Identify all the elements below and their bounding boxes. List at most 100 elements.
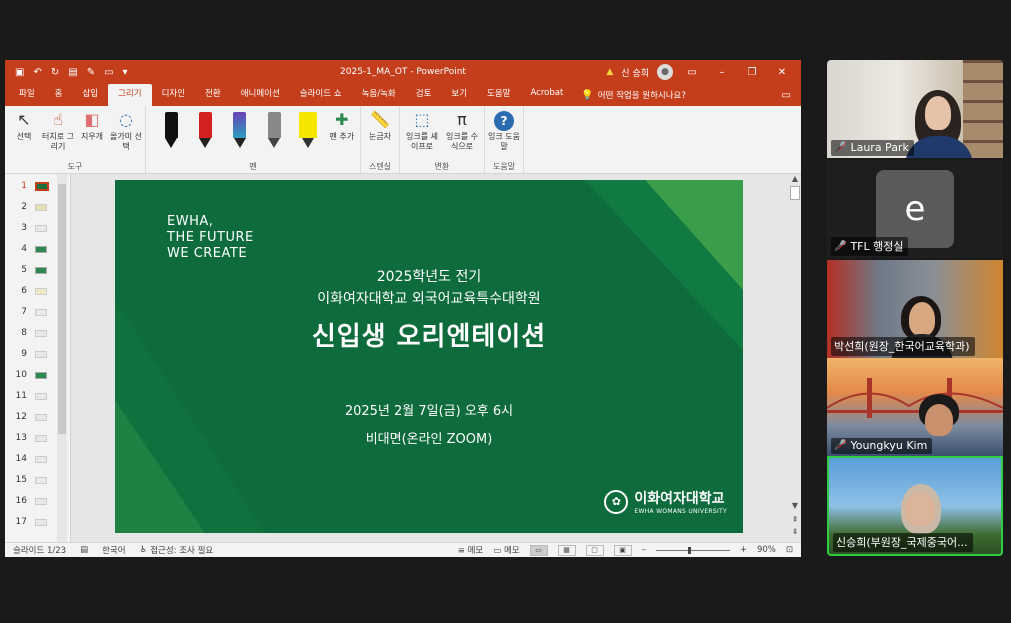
- thumbnail-slide-9[interactable]: 9: [11, 344, 61, 364]
- group-label-pens: 펜: [249, 162, 257, 171]
- thumbnail-slide-11[interactable]: 11: [11, 386, 61, 406]
- thumbnail-slide-13[interactable]: 13: [11, 428, 61, 448]
- user-name[interactable]: 신 승희: [621, 66, 649, 79]
- tab-help[interactable]: 도움말: [477, 84, 520, 106]
- participant-tile-2[interactable]: e 🎤̸ TFL 행정실: [827, 160, 1003, 258]
- ink-to-shape-icon: ⬚: [414, 110, 430, 129]
- zoom-in-icon[interactable]: +: [740, 545, 747, 555]
- bridge-background: [827, 378, 1003, 418]
- tab-draw[interactable]: 그리기: [108, 84, 152, 106]
- thumbnail-slide-7[interactable]: 7: [11, 302, 61, 322]
- language-indicator[interactable]: 한국어: [102, 544, 125, 556]
- ink-to-shape-button[interactable]: ⬚ 잉크를 셰이프로: [403, 108, 441, 161]
- minimize-icon[interactable]: –: [711, 67, 733, 78]
- eraser-button[interactable]: ◧ 지우개: [76, 108, 108, 161]
- tab-record[interactable]: 녹음/녹화: [352, 84, 406, 106]
- ruler-button[interactable]: 📏 눈금자: [364, 108, 396, 161]
- thumbnail-slide-6[interactable]: 6: [11, 281, 61, 301]
- thumbnail-slide-12[interactable]: 12: [11, 407, 61, 427]
- normal-view-button[interactable]: ▭: [529, 544, 548, 556]
- comments-icon[interactable]: ▭: [772, 90, 801, 106]
- scroll-up-icon[interactable]: ▲: [789, 174, 801, 184]
- pen-galaxy[interactable]: [224, 108, 256, 161]
- warning-icon[interactable]: ▲: [606, 67, 613, 77]
- group-label-convert: 변환: [434, 162, 450, 171]
- ruler-icon: 📏: [370, 110, 390, 129]
- thumbnail-slide-10[interactable]: 10: [11, 365, 61, 385]
- ink-help-button[interactable]: ? 잉크 도움말: [488, 108, 520, 161]
- prev-slide-icon[interactable]: ⇞: [789, 515, 801, 524]
- tab-slideshow[interactable]: 슬라이드 쇼: [290, 84, 352, 106]
- fit-to-window-icon[interactable]: ⊡: [786, 545, 793, 555]
- thumbnail-slide-15[interactable]: 15: [11, 470, 61, 490]
- slide-canvas[interactable]: EWHA, THE FUTURE WE CREATE 2025학년도 전기 이화…: [115, 180, 743, 533]
- participant-tile-4[interactable]: 🎤̸ Youngkyu Kim: [827, 358, 1003, 456]
- highlighter-yellow[interactable]: [292, 108, 324, 161]
- next-slide-icon[interactable]: ⇟: [789, 527, 801, 536]
- comments-button[interactable]: ▭ 메모: [493, 544, 519, 556]
- pen-gray[interactable]: [258, 108, 290, 161]
- ewha-brand-logo: EWHA, THE FUTURE WE CREATE: [167, 214, 254, 261]
- thumbnail-slide-8[interactable]: 8: [11, 323, 61, 343]
- save-icon[interactable]: ▣: [15, 67, 24, 78]
- participant-name: 🎤̸ TFL 행정실: [831, 237, 909, 256]
- add-pen-button[interactable]: ✚ 펜 추가: [327, 108, 357, 161]
- tab-home[interactable]: 홈: [45, 84, 73, 106]
- notes-button[interactable]: ≡ 메모: [458, 544, 483, 556]
- slideshow-view-button[interactable]: ▣: [613, 544, 632, 556]
- select-button[interactable]: ↖ 선택: [8, 108, 40, 161]
- ribbon-display-icon[interactable]: ▭: [681, 67, 703, 78]
- accessibility-status[interactable]: ♿ 접근성: 조사 필요: [140, 544, 214, 556]
- pen-icon[interactable]: ✎: [87, 67, 95, 78]
- tab-view[interactable]: 보기: [441, 84, 477, 106]
- participant-tile-5-active-speaker[interactable]: 신승희(부원장_국제중국어...: [827, 456, 1003, 556]
- tab-transitions[interactable]: 전환: [195, 84, 231, 106]
- participant-tile-1[interactable]: 🎤̸ Laura Park: [827, 60, 1003, 158]
- tab-animations[interactable]: 애니메이션: [231, 84, 290, 106]
- participant-tile-3[interactable]: 박선희(원장_한국어교육학과): [827, 260, 1003, 358]
- tab-acrobat[interactable]: Acrobat: [521, 84, 574, 106]
- tell-me-search[interactable]: 💡 어떤 작업을 원하시나요?: [581, 89, 686, 106]
- zoom-slider[interactable]: [655, 546, 730, 554]
- thumbnail-slide-14[interactable]: 14: [11, 449, 61, 469]
- tab-review[interactable]: 검토: [406, 84, 442, 106]
- spellcheck-icon[interactable]: ▤: [80, 545, 88, 555]
- touch-draw-button[interactable]: ☝ 터치로 그리기: [42, 108, 74, 161]
- scroll-down-icon[interactable]: ▼: [789, 501, 801, 510]
- redo-icon[interactable]: ↻: [51, 67, 59, 78]
- user-avatar[interactable]: ●: [657, 64, 673, 80]
- thumbnail-slide-2[interactable]: 2: [11, 197, 61, 217]
- pen-red[interactable]: [189, 108, 221, 161]
- thumbnail-slide-17[interactable]: 17: [11, 512, 61, 532]
- lasso-button[interactable]: ◌ 올가미 선택: [110, 108, 142, 161]
- accessibility-icon: ♿: [139, 545, 148, 555]
- thumbnail-slide-3[interactable]: 3: [11, 218, 61, 238]
- reading-view-button[interactable]: ▢: [585, 544, 604, 556]
- thumbnail-slide-16[interactable]: 16: [11, 491, 61, 511]
- zoom-level[interactable]: 90%: [757, 545, 776, 555]
- ink-to-math-button[interactable]: π 잉크를 수식으로: [443, 108, 481, 161]
- undo-icon[interactable]: ↶: [33, 67, 41, 78]
- slideshow-icon[interactable]: ▤: [68, 67, 77, 78]
- restore-icon[interactable]: ❐: [741, 67, 763, 78]
- tab-file[interactable]: 파일: [9, 84, 45, 106]
- zoom-out-icon[interactable]: –: [642, 545, 646, 555]
- group-convert: ⬚ 잉크를 셰이프로 π 잉크를 수식으로 변환: [400, 106, 485, 173]
- editor-area: 1 2 3 4 5 6 7 8 9 10 11 12 13 14 15 16 1…: [5, 174, 801, 542]
- document-title: 2025-1_MA_OT - PowerPoint: [340, 67, 466, 77]
- group-tools: ↖ 선택 ☝ 터치로 그리기 ◧ 지우개 ◌ 올가미 선택 도구: [5, 106, 146, 173]
- slide-scrollbar[interactable]: ▲ ▼ ⇞ ⇟: [789, 174, 801, 542]
- group-label-stencil: 스텐실: [368, 162, 392, 171]
- slide-sorter-button[interactable]: ▦: [557, 544, 576, 556]
- thumbnails-scrollbar[interactable]: [57, 174, 67, 542]
- thumbnail-slide-4[interactable]: 4: [11, 239, 61, 259]
- pen-black[interactable]: [155, 108, 187, 161]
- ribbon-tabs: 파일 홈 삽입 그리기 디자인 전환 애니메이션 슬라이드 쇼 녹음/녹화 검토…: [5, 84, 801, 106]
- tab-insert[interactable]: 삽입: [72, 84, 108, 106]
- folder-icon[interactable]: ▭: [104, 67, 113, 78]
- tab-design[interactable]: 디자인: [152, 84, 195, 106]
- close-icon[interactable]: ✕: [771, 67, 793, 78]
- thumbnail-slide-5[interactable]: 5: [11, 260, 61, 280]
- customize-qat-icon[interactable]: ▾: [123, 67, 128, 78]
- thumbnail-slide-1[interactable]: 1: [11, 176, 61, 196]
